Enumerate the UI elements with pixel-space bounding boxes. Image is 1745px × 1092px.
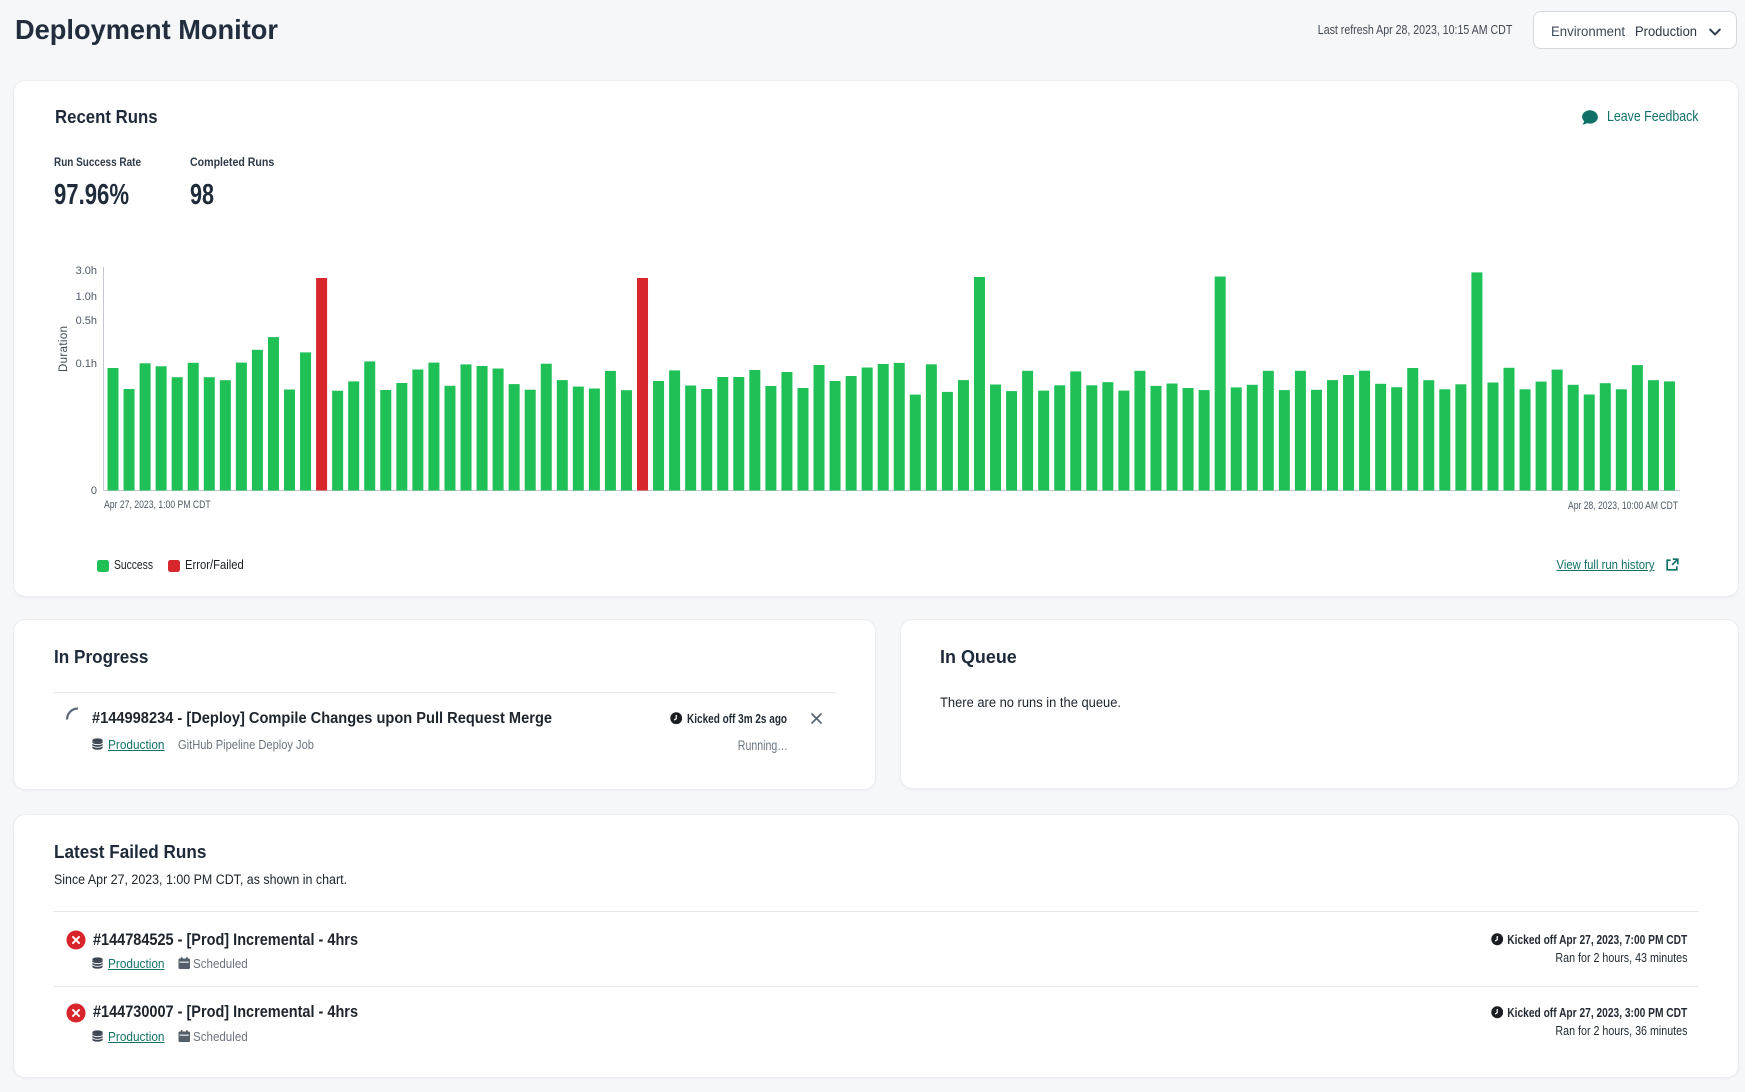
svg-text:Apr 28, 2023, 10:00 AM CDT: Apr 28, 2023, 10:00 AM CDT: [1568, 500, 1678, 512]
svg-text:3.0h: 3.0h: [76, 265, 97, 277]
svg-text:0: 0: [91, 485, 97, 497]
svg-text:Apr 27, 2023, 1:00 PM CDT: Apr 27, 2023, 1:00 PM CDT: [104, 499, 211, 511]
svg-text:0.1h: 0.1h: [76, 358, 97, 370]
svg-text:0.5h: 0.5h: [76, 315, 97, 327]
svg-text:Duration: Duration: [58, 326, 70, 372]
svg-text:1.0h: 1.0h: [76, 291, 97, 303]
